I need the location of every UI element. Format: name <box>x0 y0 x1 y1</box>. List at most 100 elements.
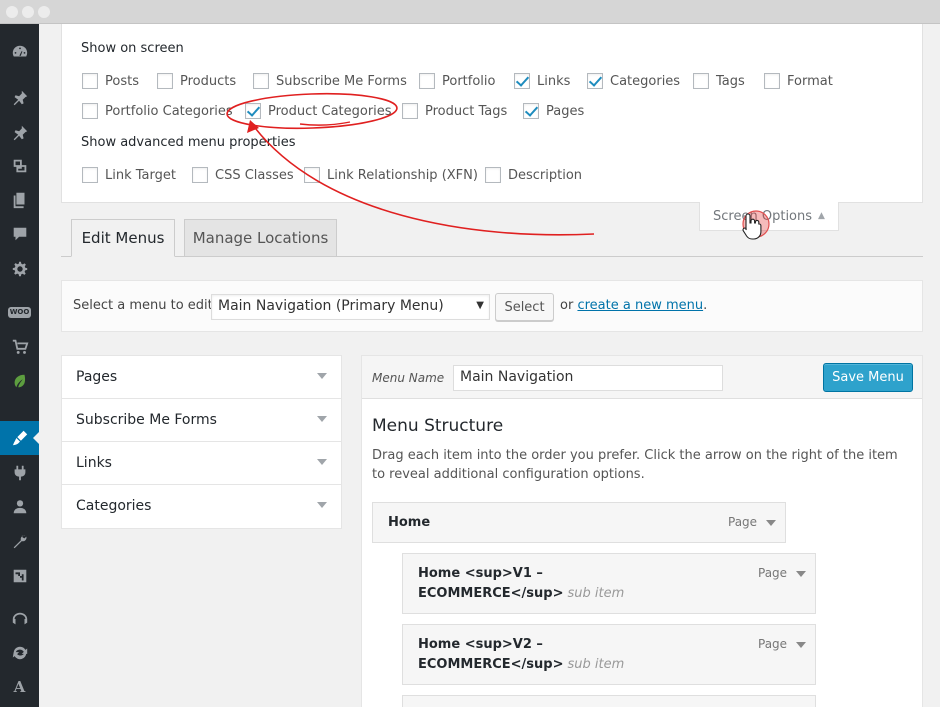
checkbox[interactable] <box>402 103 418 119</box>
checkbox[interactable] <box>253 73 269 89</box>
menu-item-home-v2[interactable]: Home <sup>V2 – ECOMMERCE</sup> sub item Pa… <box>402 624 816 685</box>
caret-down-icon[interactable] <box>796 642 806 648</box>
menu-name-label: Menu Name <box>372 371 445 385</box>
checkbox[interactable] <box>693 73 709 89</box>
screen-options-toggle[interactable]: Screen Options ▲ <box>699 202 839 231</box>
window-minimize-dot[interactable] <box>22 6 34 18</box>
leaf-icon[interactable] <box>8 370 31 392</box>
menu-item-title-line1: Home <sup>V1 – <box>418 566 543 581</box>
cart-icon[interactable] <box>8 336 31 358</box>
sub-item-label: sub item <box>567 657 625 672</box>
gear-icon[interactable] <box>8 258 31 280</box>
menu-management-panel: Menu Name Main Navigation Save Menu Menu… <box>361 355 923 707</box>
option-css-classes[interactable]: CSS Classes <box>192 165 294 185</box>
window-maximize-dot[interactable] <box>38 6 50 18</box>
create-new-menu-link[interactable]: create a new menu <box>577 298 703 313</box>
menu-item-type: Page <box>728 515 758 529</box>
checkbox-checked[interactable] <box>523 103 539 119</box>
option-portfolio[interactable]: Portfolio <box>419 71 495 91</box>
menu-item-type: Page <box>758 566 788 580</box>
woocommerce-icon[interactable]: WOO <box>7 301 32 323</box>
users-icon[interactable] <box>8 496 31 518</box>
support-icon[interactable] <box>8 608 31 630</box>
checkbox-checked[interactable] <box>245 103 261 119</box>
menu-item-title-line1: Home <sup>V2 – <box>418 637 543 652</box>
menu-select-value: Main Navigation (Primary Menu) <box>218 298 444 314</box>
accordion-categories[interactable]: Categories <box>62 485 341 528</box>
comments-icon[interactable] <box>8 223 31 245</box>
menu-item-type: Page <box>758 637 788 651</box>
checkbox[interactable] <box>82 167 98 183</box>
caret-down-icon <box>317 502 327 508</box>
option-description[interactable]: Description <box>485 165 582 185</box>
advanced-properties-heading: Show advanced menu properties <box>81 135 296 150</box>
window-close-dot[interactable] <box>6 6 18 18</box>
sub-item-label: sub item <box>567 586 625 601</box>
checkbox[interactable] <box>764 73 780 89</box>
option-subscribe-me-forms[interactable]: Subscribe Me Forms <box>253 71 407 91</box>
pin-icon[interactable] <box>8 122 31 144</box>
menu-structure-heading: Menu Structure <box>372 416 504 436</box>
accordion-subscribe-me-forms[interactable]: Subscribe Me Forms <box>62 399 341 442</box>
option-pages[interactable]: Pages <box>523 101 584 121</box>
select-button[interactable]: Select <box>495 293 554 321</box>
checkbox[interactable] <box>82 73 98 89</box>
accordion-title: Subscribe Me Forms <box>76 412 217 428</box>
caret-down-icon <box>317 416 327 422</box>
option-tags[interactable]: Tags <box>693 71 745 91</box>
select-menu-label: Select a menu to edit: <box>73 298 218 313</box>
menu-header: Menu Name Main Navigation Save Menu <box>362 356 922 399</box>
add-menu-items-accordion: Pages Subscribe Me Forms Links Categorie… <box>61 355 342 529</box>
option-link-relationship[interactable]: Link Relationship (XFN) <box>304 165 478 185</box>
settings-sliders-icon[interactable] <box>8 565 31 587</box>
dashboard-icon[interactable] <box>8 41 31 63</box>
font-a-icon[interactable]: A <box>8 676 31 698</box>
menu-item-home[interactable]: Home Page <box>372 502 786 543</box>
option-categories[interactable]: Categories <box>587 71 680 91</box>
select-menu-bar: Select a menu to edit: Main Navigation (… <box>61 280 923 332</box>
option-portfolio-categories[interactable]: Portfolio Categories <box>82 101 233 121</box>
menu-item-title: Home <box>388 515 431 530</box>
appearance-brush-icon[interactable] <box>8 427 31 449</box>
option-posts[interactable]: Posts <box>82 71 139 91</box>
dropdown-arrow-icon: ▼ <box>476 300 484 311</box>
caret-down-icon[interactable] <box>796 571 806 577</box>
option-product-tags[interactable]: Product Tags <box>402 101 507 121</box>
or-text: or <box>560 298 574 313</box>
menu-item-partial[interactable] <box>402 695 816 707</box>
accordion-links[interactable]: Links <box>62 442 341 485</box>
menu-name-input[interactable]: Main Navigation <box>453 365 723 391</box>
checkbox[interactable] <box>192 167 208 183</box>
screen-options-panel: Show on screen Posts Products Subscribe … <box>61 24 923 203</box>
caret-down-icon <box>317 373 327 379</box>
menu-structure-description: Drag each item into the order you prefer… <box>372 448 898 482</box>
checkbox[interactable] <box>157 73 173 89</box>
menu-item-home-v1[interactable]: Home <sup>V1 – ECOMMERCE</sup> sub item Pa… <box>402 553 816 614</box>
caret-down-icon[interactable] <box>766 520 776 526</box>
pin-icon[interactable] <box>8 87 31 109</box>
tools-wrench-icon[interactable] <box>8 531 31 553</box>
refresh-icon[interactable] <box>8 642 31 664</box>
checkbox[interactable] <box>419 73 435 89</box>
pages-icon[interactable] <box>8 189 31 211</box>
option-links[interactable]: Links <box>514 71 570 91</box>
checkbox[interactable] <box>82 103 98 119</box>
accordion-pages[interactable]: Pages <box>62 356 341 399</box>
option-product-categories[interactable]: Product Categories <box>245 101 392 121</box>
accordion-title: Links <box>76 455 112 471</box>
menu-item-title: Home <sup>V2 – ECOMMERCE</sup> sub item <box>418 635 624 675</box>
media-icon[interactable] <box>8 155 31 177</box>
option-format[interactable]: Format <box>764 71 833 91</box>
checkbox[interactable] <box>304 167 320 183</box>
checkbox[interactable] <box>485 167 501 183</box>
checkbox-checked[interactable] <box>587 73 603 89</box>
option-link-target[interactable]: Link Target <box>82 165 176 185</box>
menu-item-title: Home <sup>V1 – ECOMMERCE</sup> sub item <box>418 564 624 604</box>
tab-edit-menus[interactable]: Edit Menus <box>71 219 175 257</box>
option-products[interactable]: Products <box>157 71 236 91</box>
save-menu-button[interactable]: Save Menu <box>823 363 913 392</box>
checkbox-checked[interactable] <box>514 73 530 89</box>
plugins-icon[interactable] <box>8 462 31 484</box>
tab-manage-locations[interactable]: Manage Locations <box>184 219 337 257</box>
menu-select-dropdown[interactable]: Main Navigation (Primary Menu) ▼ <box>211 294 490 320</box>
